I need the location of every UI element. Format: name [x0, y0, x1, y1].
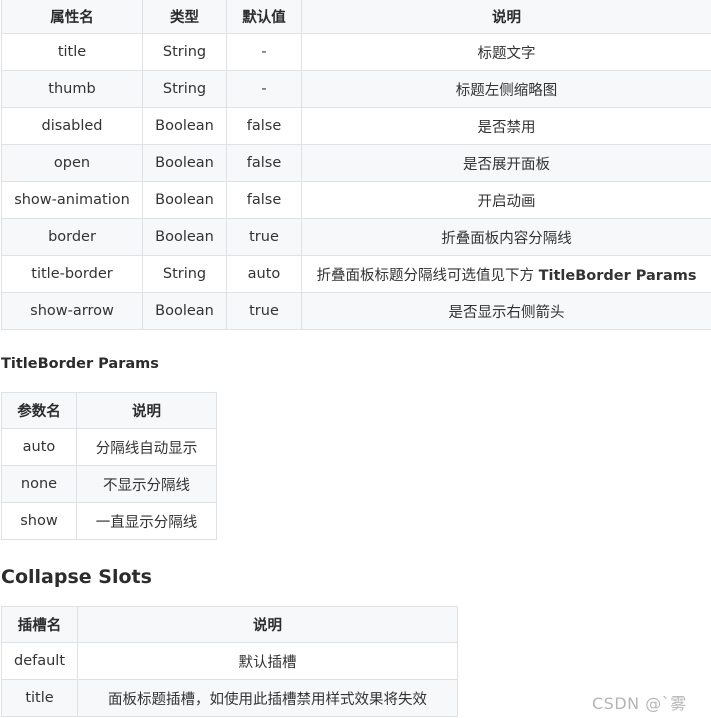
- prop-name-cell: show-animation: [1, 181, 143, 219]
- table-row: open Boolean false 是否展开面板: [1, 144, 711, 182]
- header-type: 类型: [142, 0, 227, 34]
- prop-type-cell: Boolean: [142, 107, 227, 145]
- header-desc: 说明: [301, 0, 711, 34]
- table-row: none 不显示分隔线: [1, 465, 217, 503]
- prop-type-cell: String: [142, 70, 227, 108]
- prop-desc-cell: 折叠面板内容分隔线: [301, 218, 711, 256]
- prop-name-cell: title-border: [1, 255, 143, 293]
- prop-default-cell: -: [226, 33, 302, 71]
- header-slot-name: 插槽名: [1, 606, 78, 643]
- prop-name-cell: title: [1, 33, 143, 71]
- slots-header-row: 插槽名 说明: [1, 606, 458, 643]
- prop-type-cell: Boolean: [142, 292, 227, 330]
- table-row: show-arrow Boolean true 是否显示右侧箭头: [1, 292, 711, 330]
- prop-desc-cell: 折叠面板标题分隔线可选值见下方 TitleBorder Params: [301, 255, 711, 293]
- param-name-cell: show: [1, 502, 77, 540]
- param-desc-cell: 一直显示分隔线: [76, 502, 217, 540]
- props-header-row: 属性名 类型 默认值 说明: [1, 0, 711, 34]
- table-row: show 一直显示分隔线: [1, 502, 217, 540]
- prop-desc-cell: 是否显示右侧箭头: [301, 292, 711, 330]
- titleborder-table: 参数名 说明 auto 分隔线自动显示 none 不显示分隔线 show 一直显…: [1, 392, 217, 540]
- prop-desc-cell: 标题文字: [301, 33, 711, 71]
- header-param-name: 参数名: [1, 392, 77, 429]
- prop-default-cell: false: [226, 181, 302, 219]
- prop-default-cell: true: [226, 292, 302, 330]
- table-row: thumb String - 标题左侧缩略图: [1, 70, 711, 108]
- slots-table: 插槽名 说明 default 默认插槽 title 面板标题插槽，如使用此插槽禁…: [1, 606, 458, 717]
- props-table: 属性名 类型 默认值 说明 title String - 标题文字 thumb …: [1, 0, 711, 330]
- prop-type-cell: Boolean: [142, 218, 227, 256]
- table-row: show-animation Boolean false 开启动画: [1, 181, 711, 219]
- param-desc-cell: 分隔线自动显示: [76, 428, 217, 466]
- table-row: default 默认插槽: [1, 642, 458, 680]
- table-row: title-border String auto 折叠面板标题分隔线可选值见下方…: [1, 255, 711, 293]
- table-row: border Boolean true 折叠面板内容分隔线: [1, 218, 711, 256]
- prop-desc-cell: 开启动画: [301, 181, 711, 219]
- prop-desc-cell: 标题左侧缩略图: [301, 70, 711, 108]
- prop-name-cell: disabled: [1, 107, 143, 145]
- prop-desc-text: 折叠面板标题分隔线可选值见下方: [316, 267, 535, 284]
- header-default: 默认值: [226, 0, 302, 34]
- prop-type-cell: String: [142, 33, 227, 71]
- prop-default-cell: false: [226, 144, 302, 182]
- prop-default-cell: auto: [226, 255, 302, 293]
- prop-name-cell: border: [1, 218, 143, 256]
- prop-desc-cell: 是否禁用: [301, 107, 711, 145]
- slot-name-cell: title: [1, 679, 78, 717]
- table-row: title String - 标题文字: [1, 33, 711, 71]
- prop-name-cell: thumb: [1, 70, 143, 108]
- prop-name-cell: show-arrow: [1, 292, 143, 330]
- prop-default-cell: true: [226, 218, 302, 256]
- table-row: disabled Boolean false 是否禁用: [1, 107, 711, 145]
- prop-default-cell: -: [226, 70, 302, 108]
- param-desc-cell: 不显示分隔线: [76, 465, 217, 503]
- slot-desc-cell: 面板标题插槽，如使用此插槽禁用样式效果将失效: [77, 679, 458, 717]
- header-desc: 说明: [76, 392, 217, 429]
- collapse-slots-heading: Collapse Slots: [1, 566, 152, 588]
- prop-type-cell: Boolean: [142, 181, 227, 219]
- prop-type-cell: String: [142, 255, 227, 293]
- titleborder-params-ref: TitleBorder Params: [538, 267, 697, 284]
- titleborder-params-heading: TitleBorder Params: [1, 356, 159, 372]
- csdn-watermark: CSDN @`雾: [592, 694, 687, 713]
- titleborder-header-row: 参数名 说明: [1, 392, 217, 429]
- table-row: auto 分隔线自动显示: [1, 428, 217, 466]
- slot-name-cell: default: [1, 642, 78, 680]
- param-name-cell: auto: [1, 428, 77, 466]
- param-name-cell: none: [1, 465, 77, 503]
- prop-type-cell: Boolean: [142, 144, 227, 182]
- table-row: title 面板标题插槽，如使用此插槽禁用样式效果将失效: [1, 679, 458, 717]
- prop-desc-cell: 是否展开面板: [301, 144, 711, 182]
- prop-name-cell: open: [1, 144, 143, 182]
- slot-desc-cell: 默认插槽: [77, 642, 458, 680]
- prop-default-cell: false: [226, 107, 302, 145]
- header-desc: 说明: [77, 606, 458, 643]
- header-prop-name: 属性名: [1, 0, 143, 34]
